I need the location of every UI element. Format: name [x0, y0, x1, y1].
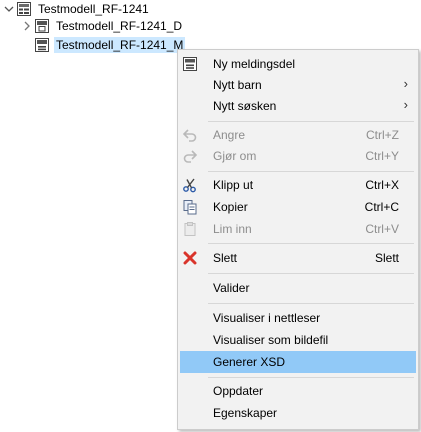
menu-item-nytt-barn[interactable]: Nytt barn › [180, 74, 416, 96]
menu-item-label: Oppdater [213, 384, 264, 398]
tree-node-root[interactable]: Testmodell_RF-1241 [2, 0, 151, 18]
shortcut-label: Ctrl+V [365, 222, 399, 236]
menu-separator [208, 377, 414, 378]
cut-icon [183, 178, 196, 193]
menu-item-visualiser-bildefil[interactable]: Visualiser som bildefil [180, 329, 416, 351]
menu-item-label: Egenskaper [213, 406, 278, 420]
shortcut-label: Ctrl+X [365, 178, 399, 192]
shortcut-label: Ctrl+Z [366, 128, 399, 142]
menu-item-oppdater[interactable]: Oppdater [180, 380, 416, 402]
chevron-down-icon[interactable] [2, 2, 16, 16]
menu-item-label: Lim inn [213, 222, 252, 236]
copy-icon [183, 200, 197, 215]
menu-item-lim-inn[interactable]: Lim inn Ctrl+V [180, 218, 416, 240]
message-part-icon [35, 38, 49, 52]
context-menu: Ny meldingsdel Nytt barn › Nytt søsken ›… [177, 49, 419, 430]
menu-item-valider[interactable]: Valider [180, 277, 416, 299]
shortcut-label: Ctrl+Y [365, 149, 399, 163]
menu-item-label: Valider [213, 281, 250, 295]
menu-separator [208, 171, 414, 172]
tree-node-label: Testmodell_RF-1241 [38, 2, 149, 16]
new-message-part-icon [183, 57, 197, 71]
menu-item-egenskaper[interactable]: Egenskaper [180, 402, 416, 424]
undo-icon [182, 129, 197, 142]
menu-item-label: Visualiser i nettleser [213, 311, 321, 325]
tree-node-label: Testmodell_RF-1241_D [56, 19, 183, 33]
menu-separator [208, 121, 414, 122]
menu-item-label: Ny meldingsdel [213, 57, 296, 71]
menu-item-label: Kopier [213, 200, 248, 214]
menu-item-kopier[interactable]: Kopier Ctrl+C [180, 196, 416, 218]
shortcut-label: Slett [374, 251, 399, 265]
redo-icon [183, 150, 198, 163]
tree-node-child-m[interactable]: Testmodell_RF-1241_M [34, 36, 186, 54]
menu-item-visualiser-nettleser[interactable]: Visualiser i nettleser [180, 307, 416, 329]
menu-item-label: Generer XSD [213, 355, 286, 369]
delete-icon [183, 251, 197, 265]
menu-item-label: Angre [213, 128, 246, 142]
menu-item-label: Visualiser som bildefil [213, 333, 329, 347]
menu-item-label: Nytt søsken [213, 99, 277, 113]
shortcut-label: Ctrl+C [364, 200, 399, 214]
menu-item-label: Nytt barn [213, 78, 262, 92]
paste-icon [184, 222, 196, 236]
menu-item-label: Slett [213, 251, 238, 265]
model-icon [17, 2, 31, 16]
menu-separator [208, 273, 414, 274]
tree-node-child-d[interactable]: Testmodell_RF-1241_D [20, 17, 184, 35]
menu-item-ny-meldingsdel[interactable]: Ny meldingsdel [180, 53, 416, 75]
message-part-icon [35, 19, 49, 33]
menu-item-gjor-om[interactable]: Gjør om Ctrl+Y [180, 145, 416, 167]
menu-separator [208, 243, 414, 244]
menu-item-nytt-sosken[interactable]: Nytt søsken › [180, 95, 416, 117]
menu-item-klipp-ut[interactable]: Klipp ut Ctrl+X [180, 174, 416, 196]
menu-item-slett[interactable]: Slett Slett [180, 247, 416, 269]
submenu-arrow-icon: › [403, 76, 408, 91]
menu-separator [208, 303, 414, 304]
submenu-arrow-icon: › [403, 97, 408, 112]
chevron-right-icon[interactable] [20, 19, 34, 33]
menu-item-angre[interactable]: Angre Ctrl+Z [180, 124, 416, 146]
tree-node-label: Testmodell_RF-1241_M [54, 37, 186, 53]
menu-item-label: Klipp ut [213, 178, 254, 192]
menu-item-generer-xsd[interactable]: Generer XSD [180, 351, 416, 373]
menu-item-label: Gjør om [213, 149, 257, 163]
